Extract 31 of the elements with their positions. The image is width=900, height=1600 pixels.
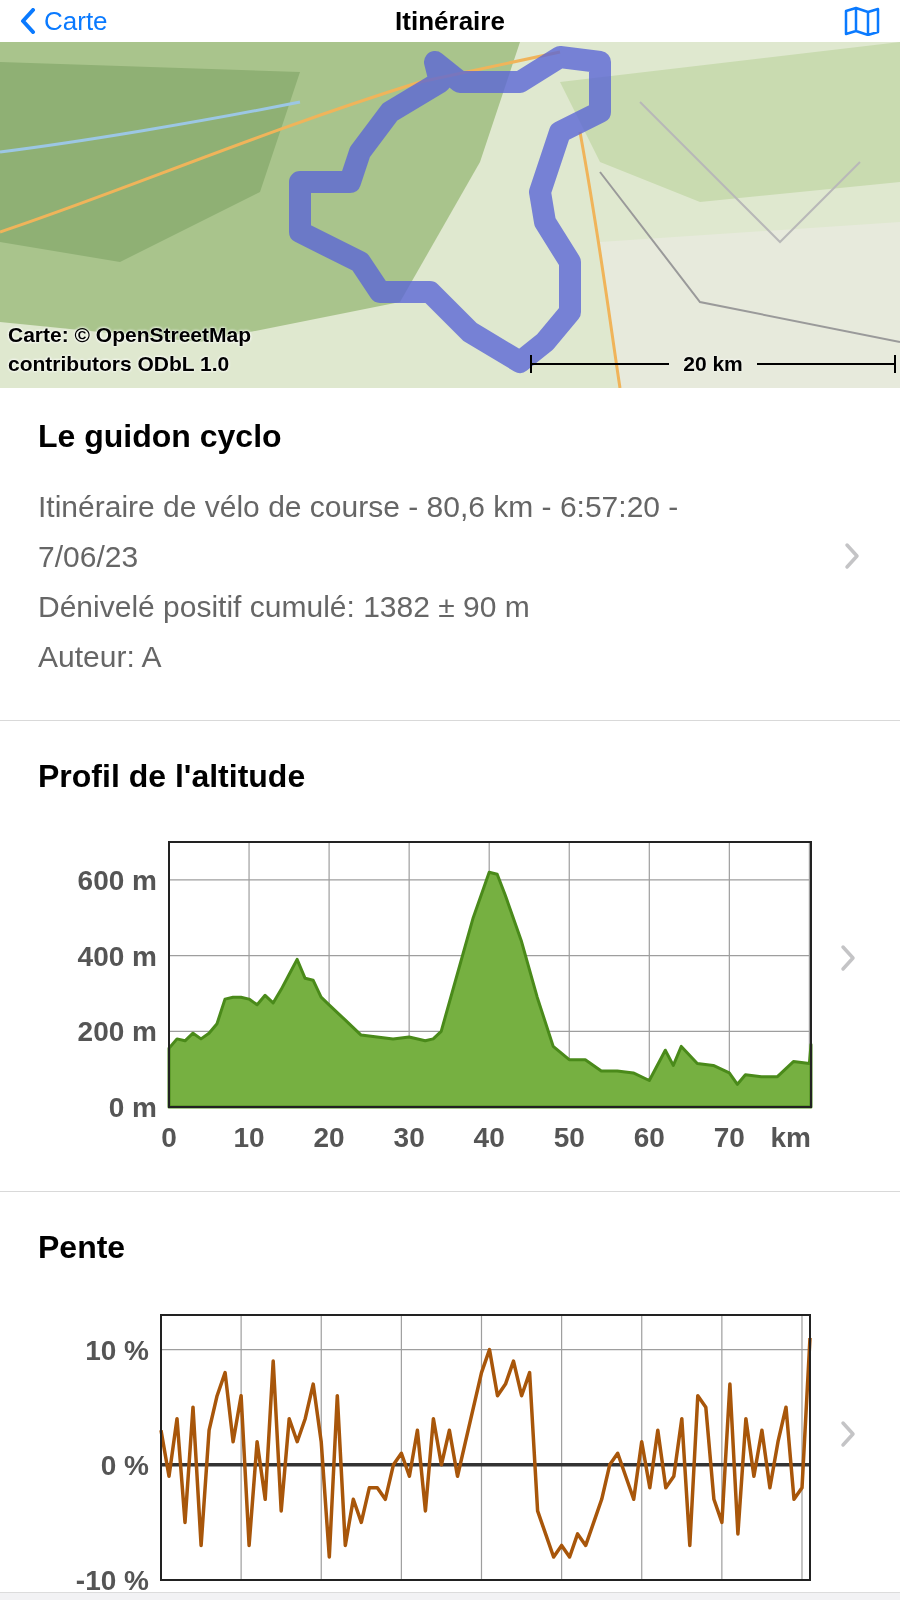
chevron-icon — [844, 542, 860, 570]
axis-label: 10 — [233, 1122, 265, 1151]
axis-label: 200 m — [77, 1016, 157, 1048]
back-button[interactable]: Carte — [20, 1, 108, 41]
axis-label: 60 — [633, 1122, 665, 1151]
axis-title: km — [770, 1122, 811, 1151]
route-detail: Dénivelé positif cumulé: 1382 ± 90 m — [38, 589, 531, 625]
chevron-icon — [840, 944, 856, 972]
axis-label: 40 — [473, 1122, 505, 1151]
scale-label: 20 km — [682, 351, 744, 378]
axis-label: -10 % — [75, 1565, 149, 1592]
route-title: Le guidon cyclo — [38, 417, 283, 456]
route-detail: Itinéraire de vélo de course - 80,6 km - 6:57:20 - 7/06/23 — [38, 489, 680, 575]
axis-label: 0 — [161, 1122, 177, 1151]
section-title: Pente — [37, 1228, 127, 1267]
axis-label: 0 m — [108, 1092, 157, 1123]
chevron-icon — [840, 1420, 856, 1448]
route-detail: Auteur: A — [38, 639, 163, 675]
back-chevron-icon — [20, 8, 36, 34]
axis-label: 10 % — [85, 1334, 149, 1366]
axis-label: 20 — [313, 1122, 345, 1151]
axis-label: 30 — [393, 1122, 425, 1151]
screen-title: Itinéraire — [395, 4, 505, 38]
axis-label: 0 % — [100, 1449, 149, 1481]
map-attribution: Carte: © OpenStreetMap contributors ODbL 1.0 — [8, 322, 253, 377]
axis-label: 50 — [553, 1122, 585, 1151]
axis-label: 600 m — [77, 864, 157, 896]
section-title: Profil de l'altitude — [37, 757, 307, 796]
map-icon[interactable] — [844, 6, 880, 36]
axis-label: 400 m — [77, 940, 157, 972]
axis-label: 70 — [713, 1122, 745, 1151]
